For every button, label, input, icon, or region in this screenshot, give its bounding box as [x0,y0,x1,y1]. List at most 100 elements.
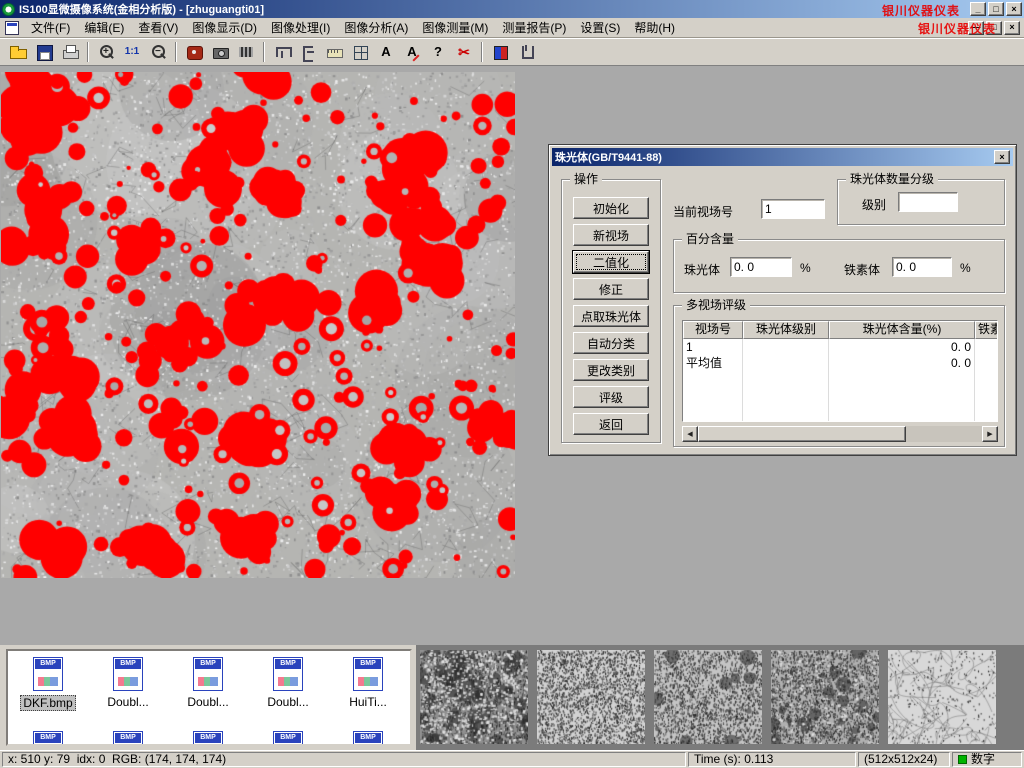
scrollbar-thumb[interactable] [698,426,906,442]
table-row[interactable]: 平均值 0. 0 [683,355,997,371]
table-cell [829,371,975,421]
scroll-right-button[interactable]: ▶ [982,426,998,442]
bmp-format-label: BMP [35,733,61,743]
menu-item-4[interactable]: 图像处理(I) [264,17,337,38]
grading-table-header: 视场号珠光体级别珠光体含量(%)铁素 [683,321,997,339]
thumbnail-4[interactable] [771,650,879,744]
file-item[interactable]: BMPDKF.bmp [8,651,88,725]
operation-button-3[interactable]: 修正 [573,278,649,300]
help-button[interactable]: ? [425,40,451,64]
operation-button-2[interactable]: 二值化 [573,251,649,273]
menu-item-9[interactable]: 帮助(H) [627,17,682,38]
measure-button[interactable] [487,40,513,64]
caliper-v-button[interactable] [513,40,539,64]
maximize-button[interactable]: □ [988,2,1004,16]
table-hscrollbar: ◀ ▶ [682,426,998,442]
close-button[interactable]: × [1006,2,1022,16]
open-button[interactable] [5,40,31,64]
column-header-0[interactable]: 视场号 [683,321,743,339]
table-cell: 0. 0 [829,355,975,371]
micrometer-button[interactable] [295,40,321,64]
menu-item-8[interactable]: 设置(S) [573,17,627,38]
cursor-position: x: 510 y: 79 idx: 0 RGB: (174, 174, 174) [2,752,686,767]
operation-button-8[interactable]: 返回 [573,413,649,435]
pearlite-input[interactable] [730,257,792,277]
mdi-close-button[interactable]: × [1004,21,1020,35]
grading-table-body: 10. 0平均值 0. 0 [683,339,997,421]
thumbnail-3[interactable] [654,650,762,744]
operation-button-4[interactable]: 点取珠光体 [573,305,649,327]
save-button[interactable] [31,40,57,64]
table-row[interactable]: 10. 0 [683,339,997,355]
minimize-button[interactable]: _ [970,2,986,16]
grade-input[interactable] [898,192,958,212]
file-item[interactable]: BMPDoubl... [248,651,328,725]
operation-button-7[interactable]: 评级 [573,386,649,408]
current-field-input[interactable] [761,199,825,219]
print-icon [61,43,79,61]
column-header-3[interactable]: 铁素 [975,321,998,339]
window-title: IS100显微摄像系统(金相分析版) - [zhuguangti01] [19,1,264,17]
menu-item-7[interactable]: 测量报告(P) [495,17,573,38]
watermark-text: 银川仪器仪表 [882,2,960,19]
thumbnail-1[interactable] [420,650,528,744]
text-button[interactable]: A [373,40,399,64]
grid-button[interactable] [347,40,373,64]
file-item[interactable]: BMP [248,725,328,746]
camera-button[interactable] [207,40,233,64]
table-cell: 0. 0 [829,339,975,355]
status-bar: x: 510 y: 79 idx: 0 RGB: (174, 174, 174)… [0,750,1024,768]
caliper-button[interactable] [269,40,295,64]
column-header-2[interactable]: 珠光体含量(%) [829,321,975,339]
bmp-format-label: BMP [195,659,221,669]
ferrite-input[interactable] [892,257,952,277]
file-item[interactable]: BMP [8,725,88,746]
file-item[interactable]: BMP Doubl... [168,651,248,725]
operation-button-5[interactable]: 自动分类 [573,332,649,354]
table-cell: 平均值 [683,355,743,371]
current-field-label: 当前视场号 [673,203,733,220]
film-button[interactable] [233,40,259,64]
mode-indicator-icon [958,755,967,764]
operation-button-1[interactable]: 新视场 [573,224,649,246]
menu-item-3[interactable]: 图像显示(D) [185,17,264,38]
file-list-box: BMPDKF.bmpBMPDoubl...BMPDoubl...BMPDoubl… [6,649,412,746]
bmp-file-icon: BMP [33,657,63,691]
operation-button-0[interactable]: 初始化 [573,197,649,219]
cut-button[interactable]: ✂ [451,40,477,64]
scrollbar-track[interactable] [698,426,982,442]
file-name: Doubl... [184,695,231,709]
scroll-left-button[interactable]: ◀ [682,426,698,442]
annotate-button[interactable]: A [399,40,425,64]
capture-button[interactable] [181,40,207,64]
menu-item-2[interactable]: 查看(V) [131,17,185,38]
file-item[interactable]: BMPDoubl... [88,651,168,725]
file-item[interactable]: BMP [328,725,408,746]
film-icon [237,43,255,61]
dialog-close-button[interactable]: × [994,150,1010,164]
file-item[interactable]: BMP [168,725,248,746]
zoom-in-button[interactable]: + [93,40,119,64]
print-button[interactable] [57,40,83,64]
operation-button-6[interactable]: 更改类别 [573,359,649,381]
menu-item-5[interactable]: 图像分析(A) [337,17,415,38]
column-header-1[interactable]: 珠光体级别 [743,321,829,339]
file-item[interactable]: BMPHuiTi... [328,651,408,725]
ruler-button[interactable] [321,40,347,64]
bottom-panel: BMPDKF.bmpBMPDoubl...BMPDoubl...BMPDoubl… [0,645,1024,750]
measure-icon [491,43,509,61]
toolbar-separator [87,42,89,62]
metallograph-image[interactable] [1,72,515,578]
actual-size-button[interactable]: 1:1 [119,40,145,64]
thumbnail-2[interactable] [537,650,645,744]
menu-item-6[interactable]: 图像测量(M) [415,17,495,38]
dialog-title-bar[interactable]: 珠光体(GB/T9441-88) × [552,148,1013,166]
zoom-out-button[interactable]: − [145,40,171,64]
file-item[interactable]: BMP [88,725,168,746]
mode-label: 数字 [971,753,995,766]
bmp-file-icon: BMP [273,731,303,746]
save-icon [35,43,53,61]
thumbnail-5[interactable] [888,650,996,744]
menu-item-1[interactable]: 编辑(E) [77,17,131,38]
menu-item-0[interactable]: 文件(F) [24,17,77,38]
